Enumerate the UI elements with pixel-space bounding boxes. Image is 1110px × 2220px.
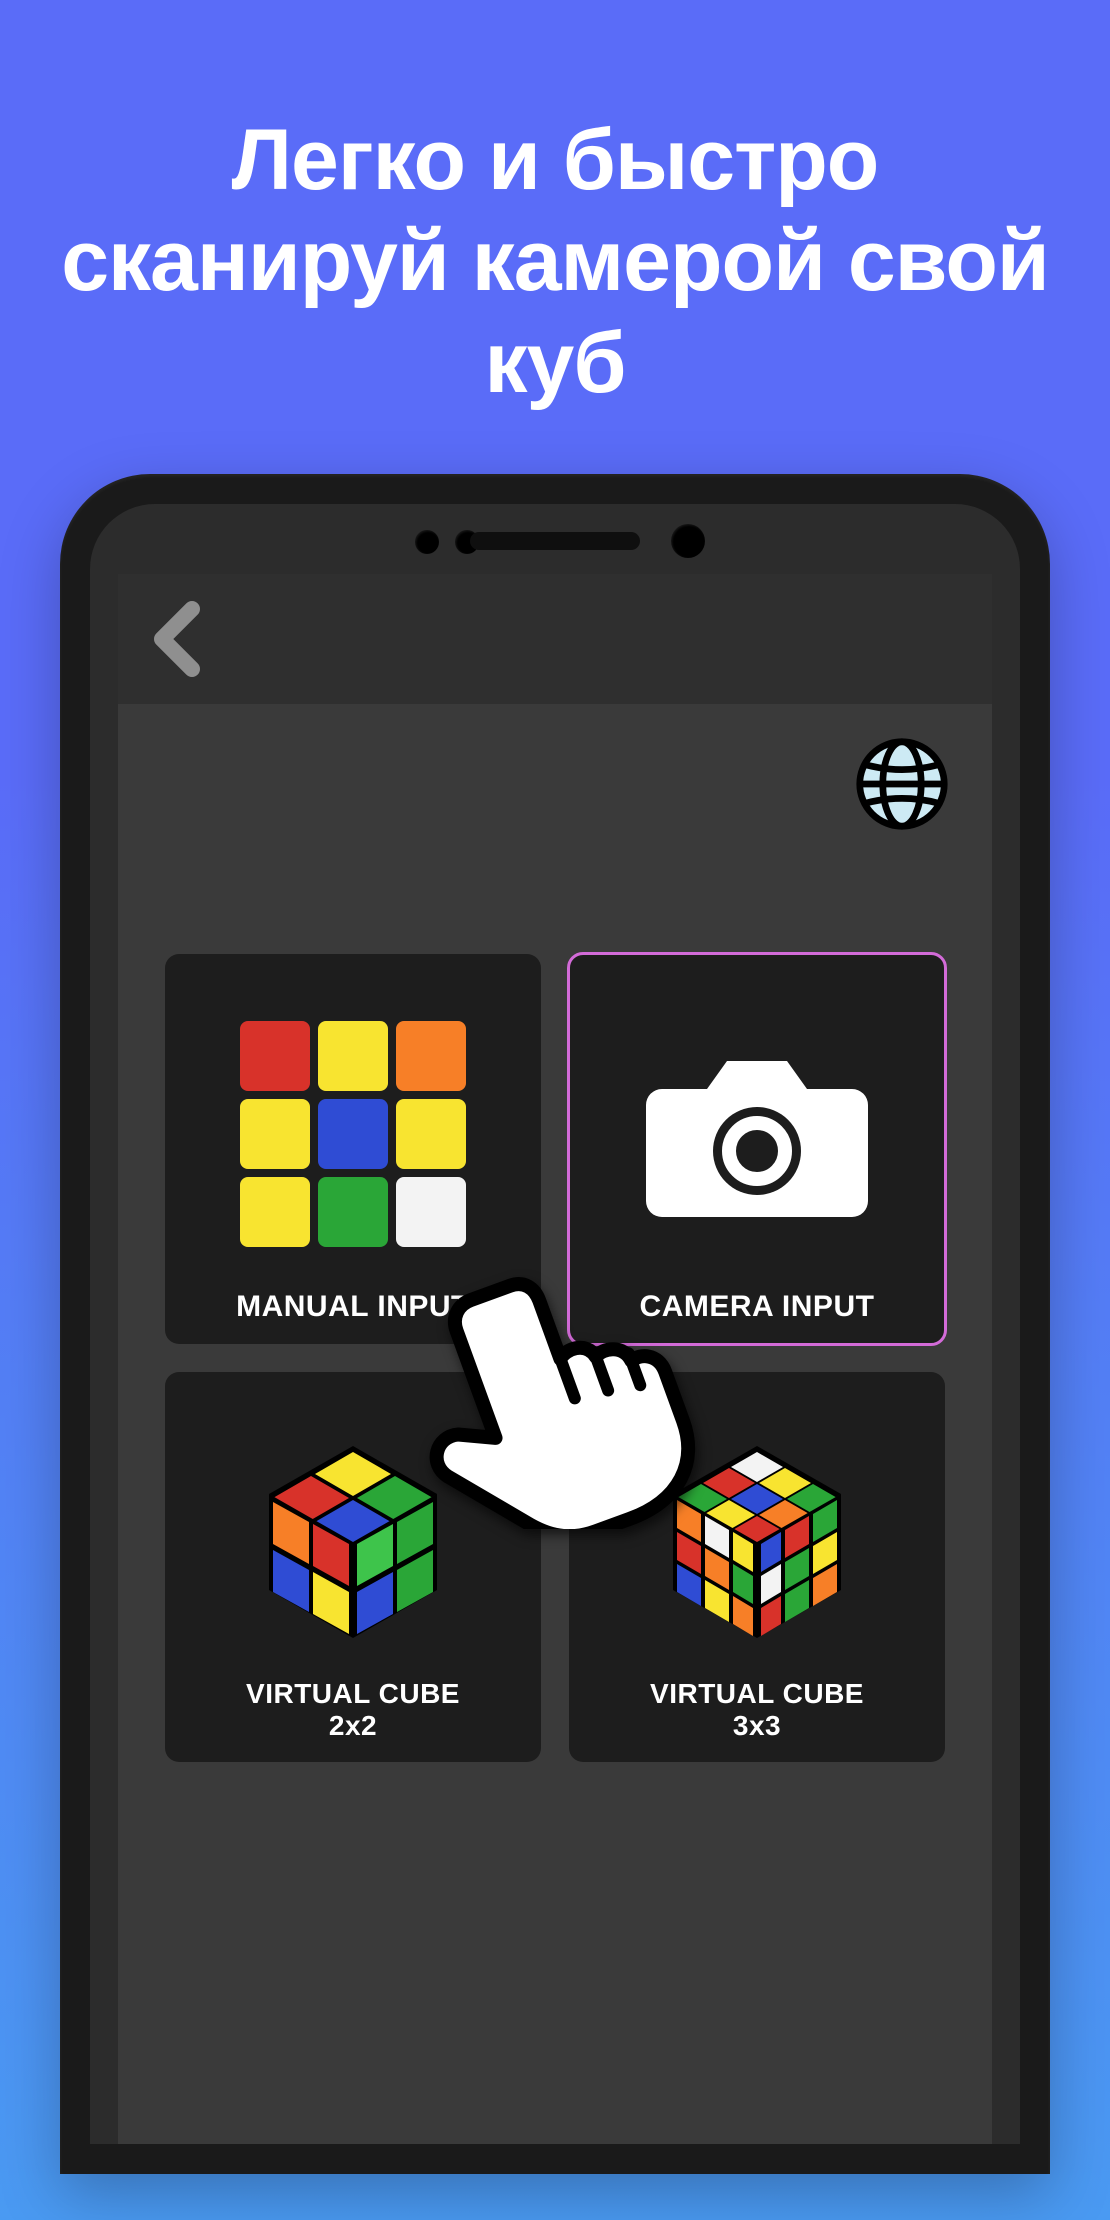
cube-facelet bbox=[396, 1177, 466, 1247]
cube-facelet bbox=[318, 1177, 388, 1247]
cube-facelet bbox=[318, 1099, 388, 1169]
chevron-left-icon bbox=[148, 599, 204, 679]
cube-3x3-art bbox=[583, 1396, 931, 1678]
cube-facelet bbox=[396, 1099, 466, 1169]
app-topbar bbox=[118, 574, 992, 704]
tile-camera-input[interactable]: CAMERA INPUT bbox=[569, 954, 945, 1344]
tile-virtual-cube-2x2[interactable]: VIRTUAL CUBE 2x2 bbox=[165, 1372, 541, 1762]
cube-2x2-art bbox=[179, 1396, 527, 1678]
input-mode-grid: MANUAL INPUT CAMERA INPUT bbox=[165, 954, 945, 1762]
phone-frame: MANUAL INPUT CAMERA INPUT bbox=[60, 474, 1050, 2174]
back-button[interactable] bbox=[148, 599, 204, 679]
phone-inner: MANUAL INPUT CAMERA INPUT bbox=[90, 504, 1020, 2144]
tile-manual-label: MANUAL INPUT bbox=[236, 1290, 470, 1325]
cube-facelet bbox=[240, 1099, 310, 1169]
app-content: MANUAL INPUT CAMERA INPUT bbox=[118, 704, 992, 2144]
phone-sensors bbox=[355, 504, 755, 544]
cube-facelet bbox=[396, 1021, 466, 1091]
tile-vc2-label: VIRTUAL CUBE 2x2 bbox=[246, 1678, 460, 1742]
language-button[interactable] bbox=[852, 734, 952, 834]
tile-manual-input[interactable]: MANUAL INPUT bbox=[165, 954, 541, 1344]
app-screen: MANUAL INPUT CAMERA INPUT bbox=[118, 574, 992, 2144]
globe-icon bbox=[854, 736, 950, 832]
cube-facelet bbox=[240, 1177, 310, 1247]
tile-vc3-label: VIRTUAL CUBE 3x3 bbox=[650, 1678, 864, 1742]
tile-camera-label: CAMERA INPUT bbox=[640, 1290, 875, 1325]
manual-cube-face bbox=[179, 978, 527, 1290]
tile-virtual-cube-3x3[interactable]: VIRTUAL CUBE 3x3 bbox=[569, 1372, 945, 1762]
camera-icon bbox=[583, 978, 931, 1290]
cube-facelet bbox=[240, 1021, 310, 1091]
cube-facelet bbox=[318, 1021, 388, 1091]
marketing-headline: Легко и быстро сканируй камерой свой куб bbox=[0, 0, 1110, 474]
